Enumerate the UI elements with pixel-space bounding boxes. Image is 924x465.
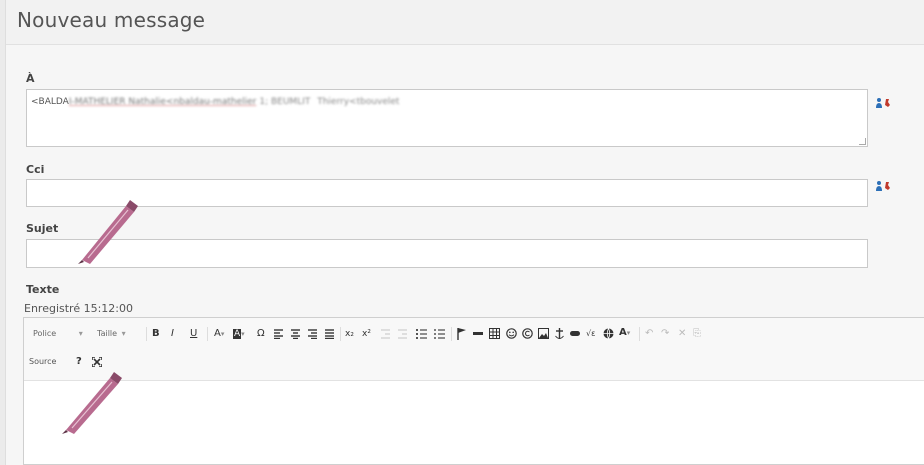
smiley-icon[interactable] [506,328,517,339]
subscript-button[interactable]: x₂ [345,328,354,340]
italic-button[interactable]: I [171,328,174,340]
numbered-list-icon[interactable] [416,329,427,339]
align-right-icon[interactable] [308,329,318,339]
bg-color-glyph: A [233,329,242,339]
body-label: Texte [26,283,60,296]
toolbar-separator [146,327,147,341]
link-icon[interactable] [570,330,580,337]
toolbar-separator [639,327,640,341]
paint-format-icon[interactable]: A▾ [619,327,630,339]
text-color-button[interactable]: A▾ [214,328,224,340]
underline-button[interactable]: U [190,328,197,340]
subject-label: Sujet [26,222,59,235]
subject-field[interactable] [26,239,868,268]
to-visible-text: <BALDA [31,97,69,107]
flag-icon[interactable] [457,328,467,340]
outdent-icon[interactable] [381,329,391,339]
panel-header: Nouveau message [6,0,924,45]
align-center-icon[interactable] [291,329,301,339]
table-icon[interactable] [489,328,500,339]
bold-button[interactable]: B [152,328,160,340]
indent-icon[interactable] [398,329,408,339]
cci-field[interactable] [26,179,868,207]
source-button[interactable]: Source [29,357,56,366]
to-obscured-text-1: I-MATHELIER Nathalie<nbaldau-mathelier [68,97,257,107]
superscript-button[interactable]: x² [362,328,371,340]
pen-pointer-icon [78,200,138,264]
redo-icon[interactable]: ↷ [661,328,669,340]
editor-toolbar: Police ▾ Taille ▾ B I U A▾ A▾ Ω x₂ x² √ε… [24,318,924,381]
cut-icon[interactable]: ✕ [678,328,686,340]
chevron-down-icon: ▾ [121,329,126,338]
font-combo-label: Police [33,329,57,338]
font-combo[interactable]: Police ▾ [33,329,83,338]
math-icon[interactable]: √ε [586,328,595,340]
address-book-icon[interactable] [874,97,894,109]
cci-label: Cci [26,163,45,176]
chevron-down-icon: ▾ [241,330,245,338]
align-justify-icon[interactable] [325,329,335,339]
copy-icon[interactable]: ⎘ [693,328,701,340]
bg-color-button[interactable]: A▾ [233,328,245,340]
size-combo[interactable]: Taille ▾ [97,329,126,338]
anchor-icon[interactable] [555,328,564,340]
chevron-down-icon: ▾ [220,330,225,338]
undo-icon[interactable]: ↶ [645,328,653,340]
rich-text-editor[interactable]: Police ▾ Taille ▾ B I U A▾ A▾ Ω x₂ x² √ε… [23,317,924,465]
toolbar-separator [340,327,341,341]
special-char-button[interactable]: Ω [257,328,265,340]
horizontal-line-icon[interactable] [473,331,483,337]
to-label: À [26,72,35,85]
help-button[interactable]: ? [76,356,82,368]
globe-icon[interactable] [603,328,614,339]
resize-grip[interactable] [859,138,866,145]
copyright-icon[interactable] [522,328,533,339]
toolbar-separator [451,327,452,341]
to-obscured-text-2: 1; BEUMLIT [259,97,311,107]
to-field[interactable]: <BALDAI-MATHELIER Nathalie<nbaldau-mathe… [26,89,868,147]
to-obscured-text-3: Thierry<tbouvelet [317,97,400,107]
image-icon[interactable] [538,328,549,339]
to-recipients: <BALDAI-MATHELIER Nathalie<nbaldau-mathe… [31,97,399,107]
toolbar-separator [207,327,208,341]
saved-status: Enregistré 15:12:00 [24,302,134,315]
maximize-icon[interactable] [92,357,102,367]
align-left-icon[interactable] [274,329,284,339]
bullet-list-icon[interactable] [434,329,445,339]
address-book-icon[interactable] [874,180,894,192]
size-combo-label: Taille [97,329,118,338]
text-color-glyph: A [214,328,221,339]
page-title: Nouveau message [17,8,206,32]
chevron-down-icon: ▾ [78,329,83,338]
pen-pointer-icon [62,372,122,434]
